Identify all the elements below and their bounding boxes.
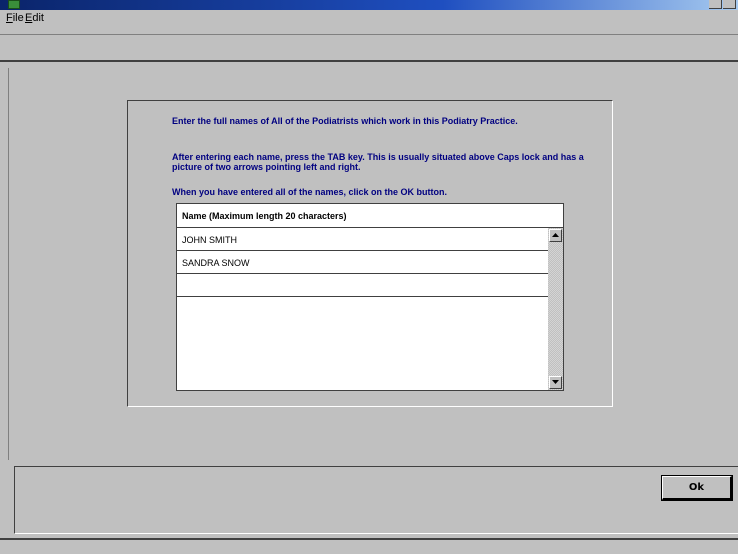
- grid-vertical-scrollbar[interactable]: [548, 228, 563, 390]
- grid-header-label: Name (Maximum length 20 characters): [182, 211, 347, 221]
- instruction-line-2: After entering each name, press the TAB …: [172, 152, 584, 172]
- toolbar-strip: [0, 34, 738, 62]
- instruction-line-1: Enter the full names of All of the Podia…: [172, 116, 518, 126]
- status-bar: [0, 538, 738, 554]
- button-panel: [14, 466, 738, 534]
- minimize-button[interactable]: [709, 0, 722, 9]
- grid-row-3[interactable]: [177, 274, 548, 297]
- triangle-down-icon: [552, 380, 559, 384]
- menu-file-label-rest: ile: [12, 12, 24, 24]
- ok-button[interactable]: Ok: [661, 475, 733, 501]
- app-icon: [8, 0, 20, 9]
- instruction-line-3: When you have entered all of the names, …: [172, 187, 448, 197]
- grid-row-1[interactable]: JOHN SMITH: [177, 228, 548, 251]
- grid-cell-name: SANDRA SNOW: [182, 258, 250, 268]
- menu-file-mnemonic: F: [6, 12, 13, 24]
- menu-edit[interactable]: Edit: [25, 12, 44, 25]
- grid-cell-name: JOHN SMITH: [182, 235, 237, 245]
- triangle-up-icon: [552, 233, 559, 237]
- menu-bar: File Edit: [0, 10, 738, 34]
- grid-row-2[interactable]: SANDRA SNOW: [177, 251, 548, 274]
- names-grid: Name (Maximum length 20 characters) JOHN…: [176, 203, 564, 391]
- scroll-down-button[interactable]: [549, 376, 562, 389]
- maximize-button[interactable]: [723, 0, 736, 9]
- menu-file[interactable]: File: [6, 12, 24, 25]
- grid-header: Name (Maximum length 20 characters): [177, 204, 563, 228]
- title-bar: [0, 0, 738, 10]
- window-controls: [709, 0, 736, 9]
- scroll-up-button[interactable]: [549, 229, 562, 242]
- menu-edit-label-rest: dit: [32, 12, 44, 24]
